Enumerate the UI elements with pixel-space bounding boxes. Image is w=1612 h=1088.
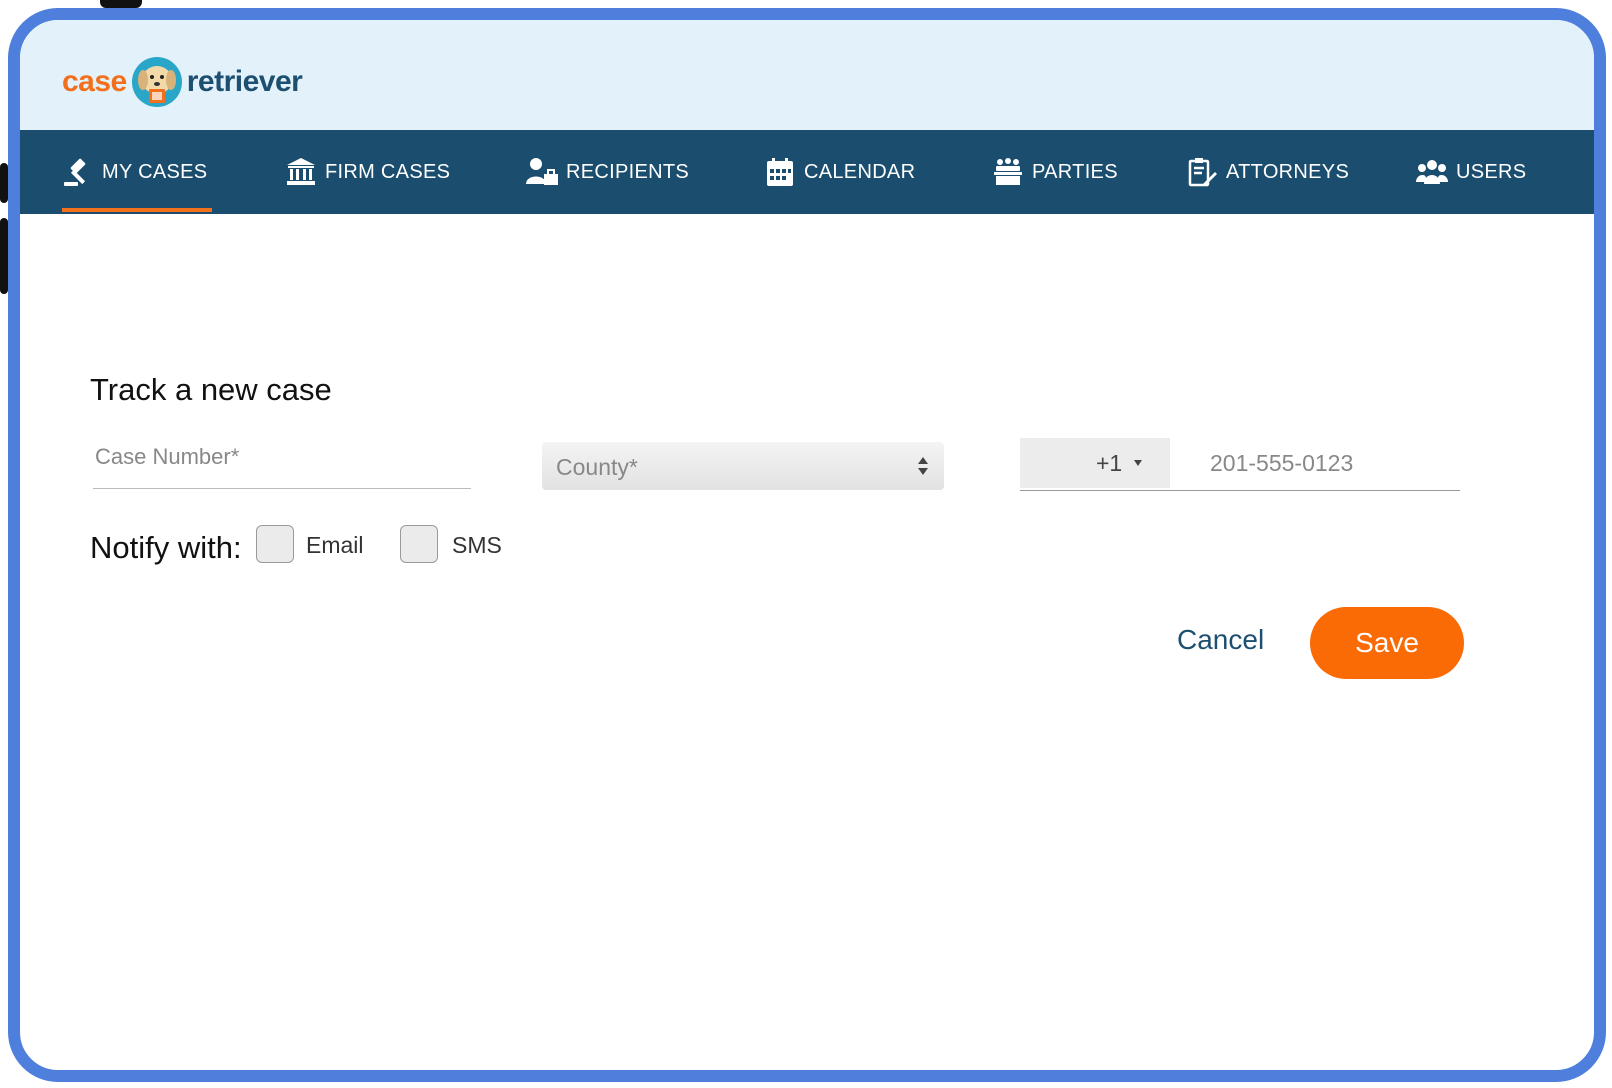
nav-item-recipients[interactable]: RECIPIENTS bbox=[526, 130, 689, 214]
app-window: case retriever MY CASES FIRM CASES RECIP… bbox=[8, 8, 1606, 1082]
nav-item-label: PARTIES bbox=[1032, 160, 1118, 183]
app-logo[interactable]: case retriever bbox=[62, 52, 303, 112]
clipboard-edit-icon bbox=[1188, 158, 1217, 187]
nav-item-label: CALENDAR bbox=[804, 160, 916, 183]
bank-icon bbox=[287, 158, 315, 185]
active-tab-indicator bbox=[62, 208, 212, 212]
device-notch bbox=[100, 0, 142, 8]
cancel-button[interactable]: Cancel bbox=[1177, 624, 1264, 656]
notify-label: Notify with: bbox=[90, 530, 242, 565]
case-number-input[interactable] bbox=[93, 438, 473, 470]
country-code-dropdown[interactable]: +1 bbox=[1020, 438, 1170, 488]
nav-item-attorneys[interactable]: ATTORNEYS bbox=[1186, 130, 1349, 214]
case-number-field[interactable] bbox=[93, 438, 473, 489]
nav-item-parties[interactable]: PARTIES bbox=[992, 130, 1118, 214]
nav-item-label: MY CASES bbox=[102, 160, 208, 183]
county-select-value: County* bbox=[556, 454, 638, 480]
email-checkbox-label[interactable]: Email bbox=[306, 532, 364, 559]
device-side-button bbox=[0, 218, 8, 294]
calendar-icon bbox=[767, 158, 793, 186]
sort-arrows-icon bbox=[918, 457, 928, 475]
logo-retriever-text: retriever bbox=[186, 65, 303, 98]
nav-item-users[interactable]: USERS bbox=[1416, 130, 1526, 214]
phone-number-input[interactable]: 201-555-0123 bbox=[1210, 450, 1353, 477]
header: case retriever bbox=[20, 20, 1594, 130]
sms-checkbox[interactable] bbox=[400, 525, 438, 563]
nav-item-my-cases[interactable]: MY CASES bbox=[62, 130, 207, 214]
dog-logo-icon bbox=[131, 57, 182, 107]
courtroom-icon bbox=[994, 158, 1022, 185]
main-nav: MY CASES FIRM CASES RECIPIENTS CALENDAR … bbox=[20, 130, 1594, 214]
phone-field: +1 201-555-0123 bbox=[1020, 438, 1460, 491]
form-title: Track a new case bbox=[90, 372, 332, 407]
recipient-icon bbox=[526, 158, 558, 185]
users-icon bbox=[1416, 160, 1448, 184]
device-side-button bbox=[0, 163, 8, 203]
nav-item-label: FIRM CASES bbox=[325, 160, 451, 183]
nav-item-label: RECIPIENTS bbox=[566, 160, 690, 183]
nav-item-label: USERS bbox=[1456, 160, 1527, 183]
logo-case-text: case bbox=[62, 65, 127, 98]
nav-item-calendar[interactable]: CALENDAR bbox=[764, 130, 915, 214]
nav-item-label: ATTORNEYS bbox=[1226, 160, 1350, 183]
caret-down-icon bbox=[1134, 460, 1142, 466]
nav-item-firm-cases[interactable]: FIRM CASES bbox=[285, 130, 450, 214]
county-select[interactable]: County* bbox=[542, 442, 944, 490]
gavel-icon bbox=[64, 158, 86, 186]
email-checkbox[interactable] bbox=[256, 525, 294, 563]
save-button[interactable]: Save bbox=[1310, 607, 1464, 679]
sms-checkbox-label[interactable]: SMS bbox=[452, 532, 502, 559]
country-code-value: +1 bbox=[1096, 450, 1123, 476]
